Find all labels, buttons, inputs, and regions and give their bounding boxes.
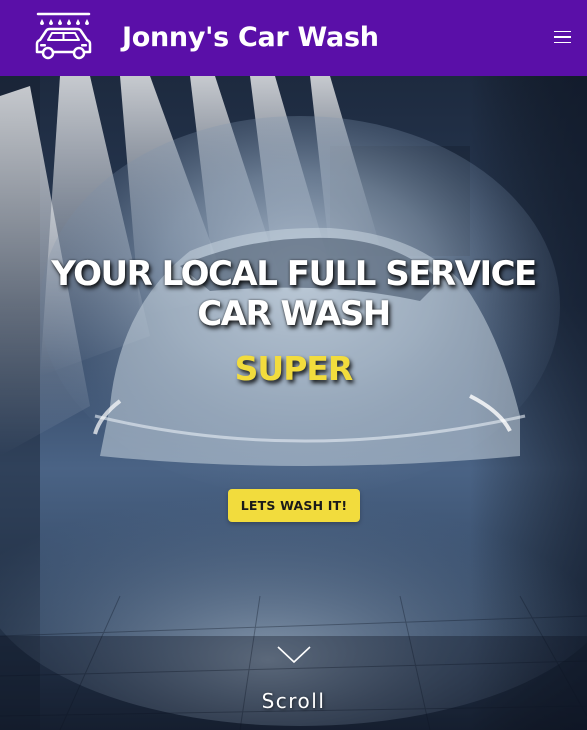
- hamburger-menu-icon[interactable]: [551, 26, 573, 48]
- hero-heading: YOUR LOCAL FULL SERVICE CAR WASH: [0, 254, 587, 334]
- site-header: Jonny's Car Wash: [0, 0, 587, 76]
- hero-heading-line-1: YOUR LOCAL FULL SERVICE: [51, 254, 537, 294]
- car-wash-icon[interactable]: [31, 10, 97, 66]
- hero-rotating-word: SUPER: [234, 349, 354, 388]
- lets-wash-it-button[interactable]: LETS WASH IT!: [228, 489, 360, 522]
- chevron-down-icon[interactable]: [276, 644, 312, 666]
- scroll-label[interactable]: Scroll: [0, 689, 587, 713]
- brand-title[interactable]: Jonny's Car Wash: [122, 19, 379, 57]
- hero-content: YOUR LOCAL FULL SERVICE CAR WASH SUPER L…: [0, 76, 587, 730]
- hero-section: YOUR LOCAL FULL SERVICE CAR WASH SUPER L…: [0, 76, 587, 730]
- hero-heading-line-2: CAR WASH: [197, 294, 391, 334]
